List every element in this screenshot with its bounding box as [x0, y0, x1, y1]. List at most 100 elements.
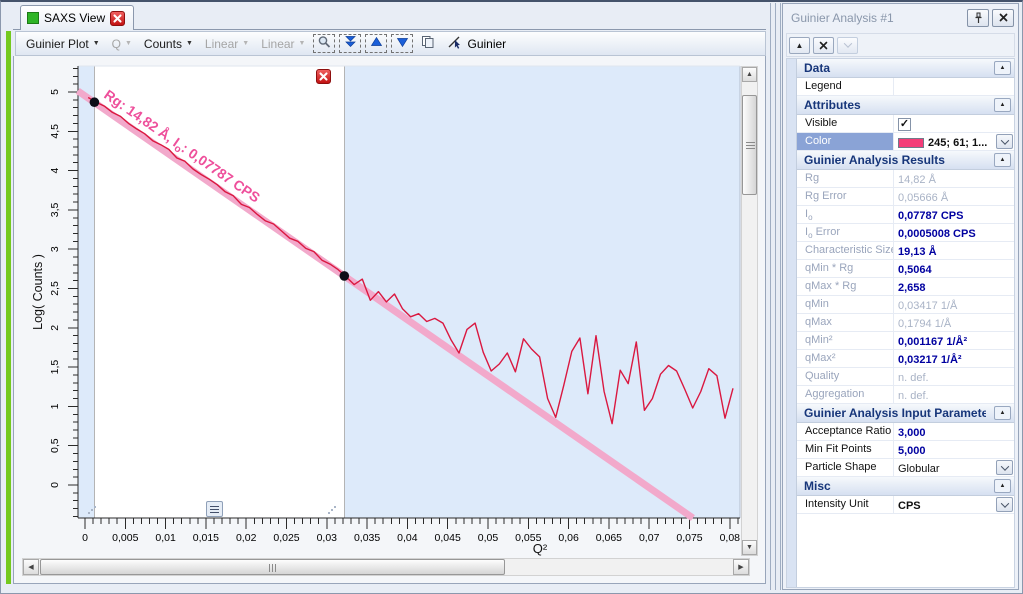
property-row-rg[interactable]: Rg14,82 Å — [797, 170, 1014, 188]
move-up-button[interactable]: ▲ — [789, 37, 810, 54]
scroll-left-button[interactable]: ◀ — [23, 559, 39, 575]
property-row-qmax²[interactable]: qMax²0,03217 1/Å² — [797, 350, 1014, 368]
x-tick-label: 0,07 — [639, 532, 660, 544]
horizontal-scrollbar-thumb[interactable] — [40, 559, 505, 575]
property-label: qMin — [797, 296, 894, 313]
scroll-down-button[interactable]: ▼ — [742, 540, 757, 555]
property-label: Rg — [797, 170, 894, 187]
section-header-label: Guinier Analysis Input Parameters — [804, 406, 986, 420]
property-value-text: n. def. — [898, 390, 929, 402]
chevron-down-icon — [1000, 462, 1008, 470]
pin-button[interactable] — [967, 9, 989, 27]
property-row-min-fit-points[interactable]: Min Fit Points 5,000 — [797, 441, 1014, 459]
property-value[interactable]: 0,0005008 CPS — [894, 224, 1014, 241]
close-icon — [999, 13, 1008, 22]
property-row-aggregation[interactable]: Aggregationn. def. — [797, 386, 1014, 404]
property-grid: Data▲LegendAttributes▲Visible✓Color245; … — [786, 58, 1015, 588]
property-label: Min Fit Points — [797, 441, 894, 458]
horizontal-scrollbar[interactable]: ◀ ▶ — [22, 558, 750, 576]
property-label: Visible — [797, 115, 894, 132]
dropdown-button[interactable] — [996, 134, 1013, 149]
chevron-down-icon — [843, 39, 851, 47]
property-row-qmin²[interactable]: qMin²0,001167 1/Å² — [797, 332, 1014, 350]
x-tick-label: 0,065 — [596, 532, 622, 544]
close-icon — [319, 72, 328, 81]
collapse-button[interactable]: ▲ — [994, 153, 1011, 167]
property-row-color[interactable]: Color245; 61; 1... — [797, 133, 1014, 151]
x-tick-label: 0,045 — [435, 532, 461, 544]
y-axis-title: Log( Counts ) — [31, 254, 45, 330]
property-value-text: 0,1794 1/Å — [898, 318, 951, 330]
property-row-legend[interactable]: Legend — [797, 78, 1014, 96]
property-value-text: Globular — [898, 463, 940, 475]
property-row-qmax[interactable]: qMax0,1794 1/Å — [797, 314, 1014, 332]
property-row-qmin-rg[interactable]: qMin * Rg0,5064 — [797, 260, 1014, 278]
property-row-visible[interactable]: Visible ✓ — [797, 115, 1014, 133]
scroll-up-button[interactable]: ▲ — [742, 67, 757, 82]
fit-boundary-marker — [339, 271, 349, 281]
property-value[interactable]: 3,000 — [894, 423, 1014, 440]
property-value[interactable]: n. def. — [894, 368, 1014, 385]
y-tick-label: 0 — [49, 482, 61, 488]
collapse-button[interactable]: ▲ — [994, 98, 1011, 112]
scroll-right-button[interactable]: ▶ — [733, 559, 749, 575]
section-header-label: Guinier Analysis Results — [804, 153, 986, 167]
x-tick-label: 0,075 — [676, 532, 702, 544]
property-value-text: 0,03217 1/Å² — [898, 354, 962, 366]
collapse-button[interactable]: ▲ — [994, 61, 1011, 75]
property-value[interactable] — [894, 78, 1014, 95]
property-row-i-error[interactable]: Io Error0,0005008 CPS — [797, 224, 1014, 242]
pin-icon — [973, 12, 984, 24]
property-value[interactable]: n. def. — [894, 386, 1014, 403]
collapse-button[interactable]: ▲ — [994, 406, 1011, 420]
property-value[interactable]: 0,05666 Å — [894, 188, 1014, 205]
property-value[interactable]: 0,001167 1/Å² — [894, 332, 1014, 349]
collapse-button[interactable]: ▲ — [994, 479, 1011, 493]
property-value[interactable]: ✓ — [894, 115, 1014, 132]
chevron-down-icon — [1000, 499, 1008, 507]
y-tick-label: 2 — [49, 325, 61, 331]
property-row-rg-error[interactable]: Rg Error0,05666 Å — [797, 188, 1014, 206]
property-value[interactable]: 0,03217 1/Å² — [894, 350, 1014, 367]
guinier-plot[interactable]: 00,511,522,533,544,5500,0050,010,0150,02… — [0, 0, 770, 558]
x-tick-label: 0,02 — [236, 532, 257, 544]
visible-checkbox[interactable]: ✓ — [898, 118, 911, 131]
property-row-characteristic-size[interactable]: Characteristic Size19,13 Å — [797, 242, 1014, 260]
property-row-i[interactable]: Io0,07787 CPS — [797, 206, 1014, 224]
property-value[interactable]: 0,07787 CPS — [894, 206, 1014, 223]
property-value[interactable]: 0,03417 1/Å — [894, 296, 1014, 313]
section-header-guinier-analysis-results: Guinier Analysis Results ▲ — [797, 151, 1014, 170]
fit-boundary-marker — [90, 97, 100, 107]
dropdown-button[interactable] — [996, 460, 1013, 475]
property-value-text: 5,000 — [898, 445, 926, 457]
panel-header: Guinier Analysis #1 — [783, 4, 1018, 31]
dropdown-button[interactable] — [996, 497, 1013, 512]
property-row-particle-shape[interactable]: Particle ShapeGlobular — [797, 459, 1014, 477]
property-row-qmin[interactable]: qMin0,03417 1/Å — [797, 296, 1014, 314]
property-value-text: CPS — [898, 500, 921, 512]
fit-region-menu-button[interactable] — [206, 501, 223, 517]
expand-button[interactable] — [837, 37, 858, 54]
property-value[interactable]: 19,13 Å — [894, 242, 1014, 259]
panel-close-button[interactable] — [992, 9, 1014, 27]
property-label: Rg Error — [797, 188, 894, 205]
property-value[interactable]: 5,000 — [894, 441, 1014, 458]
property-value[interactable]: 0,5064 — [894, 260, 1014, 277]
property-row-acceptance-ratio[interactable]: Acceptance Ratio3,000 — [797, 423, 1014, 441]
panel-splitter[interactable] — [768, 3, 782, 590]
property-row-qmax-rg[interactable]: qMax * Rg2,658 — [797, 278, 1014, 296]
x-tick-label: 0,01 — [155, 532, 176, 544]
fit-region-close-button[interactable] — [316, 69, 331, 84]
vertical-scrollbar-thumb[interactable] — [742, 95, 757, 195]
x-tick-label: 0,025 — [273, 532, 299, 544]
property-row-quality[interactable]: Qualityn. def. — [797, 368, 1014, 386]
section-header-label: Misc — [804, 479, 986, 493]
x-tick-label: 0 — [82, 532, 88, 544]
property-label: qMin * Rg — [797, 260, 894, 277]
property-value[interactable]: 2,658 — [894, 278, 1014, 295]
property-value[interactable]: 0,1794 1/Å — [894, 314, 1014, 331]
vertical-scrollbar[interactable]: ▲ ▼ — [741, 66, 758, 556]
delete-analysis-button[interactable] — [813, 37, 834, 54]
property-value[interactable]: 14,82 Å — [894, 170, 1014, 187]
property-row-intensity-unit[interactable]: Intensity UnitCPS — [797, 496, 1014, 514]
